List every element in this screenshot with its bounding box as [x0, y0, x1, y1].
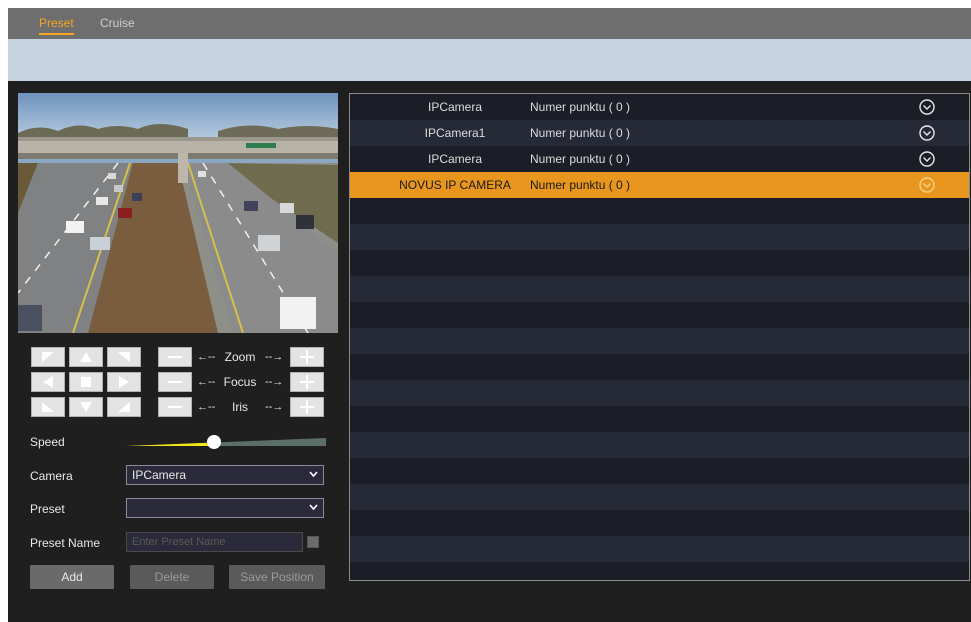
empty-table-row — [350, 406, 969, 432]
empty-table-row — [350, 562, 969, 580]
iris-open-arrow: --→ — [265, 401, 284, 413]
ptz-left-button[interactable] — [31, 372, 65, 392]
ptz-down-right-button[interactable] — [107, 397, 141, 417]
row-preset-number: Numer punktu ( 0 ) — [530, 100, 631, 114]
chevron-down-icon — [309, 471, 318, 478]
focus-near-button[interactable] — [158, 372, 192, 392]
zoom-out-arrow: ←-- — [197, 351, 216, 363]
iris-close-button[interactable] — [158, 397, 192, 417]
ptz-down-button[interactable] — [69, 397, 103, 417]
minus-icon — [168, 406, 182, 408]
speed-slider[interactable] — [126, 434, 326, 450]
minus-icon — [168, 381, 182, 383]
empty-table-row — [350, 484, 969, 510]
tab-bar: Preset Cruise — [8, 8, 971, 39]
focus-far-button[interactable] — [290, 372, 324, 392]
ptz-up-right-button[interactable] — [107, 347, 141, 367]
empty-table-row — [350, 510, 969, 536]
row-camera-name: IPCamera1 — [424, 126, 486, 140]
live-video-preview[interactable] — [18, 93, 338, 333]
speed-label: Speed — [30, 435, 65, 449]
iris-label: Iris — [232, 400, 248, 414]
row-camera-name: IPCamera — [427, 100, 483, 114]
row-preset-number: Numer punktu ( 0 ) — [530, 152, 631, 166]
empty-table-row — [350, 354, 969, 380]
focus-far-arrow: --→ — [265, 376, 284, 388]
iris-open-button[interactable] — [290, 397, 324, 417]
zoom-label: Zoom — [224, 350, 256, 364]
empty-table-row — [350, 302, 969, 328]
chevron-circle-down-icon[interactable] — [919, 151, 935, 167]
preset-label: Preset — [30, 502, 65, 516]
arrow-up-left-icon — [42, 352, 54, 362]
save-disk-icon[interactable] — [307, 536, 319, 548]
minus-icon — [168, 356, 182, 358]
stop-square-icon — [81, 377, 91, 387]
chevron-circle-down-icon[interactable] — [919, 125, 935, 141]
row-preset-number: Numer punktu ( 0 ) — [530, 178, 631, 192]
preset-name-label: Preset Name — [30, 536, 101, 550]
empty-table-row — [350, 380, 969, 406]
focus-label: Focus — [223, 375, 257, 389]
delete-button[interactable]: Delete — [130, 565, 214, 589]
zoom-in-button[interactable] — [290, 347, 324, 367]
chevron-circle-down-icon[interactable] — [919, 99, 935, 115]
camera-select-value: IPCamera — [132, 468, 187, 482]
empty-table-row — [350, 250, 969, 276]
preset-name-input[interactable]: Enter Preset Name — [126, 532, 303, 552]
tab-preset[interactable]: Preset — [39, 16, 74, 35]
chevron-down-icon — [309, 504, 318, 511]
table-row[interactable]: IPCamera Numer punktu ( 0 ) — [350, 146, 969, 172]
zoom-in-arrow: --→ — [265, 351, 284, 363]
arrow-right-icon — [119, 376, 129, 388]
tab-cruise[interactable]: Cruise — [100, 16, 135, 30]
row-camera-name: NOVUS IP CAMERA — [399, 178, 511, 192]
row-camera-name: IPCamera — [427, 152, 483, 166]
info-banner — [8, 39, 971, 81]
focus-near-arrow: ←-- — [197, 376, 216, 388]
preset-select[interactable] — [126, 498, 324, 518]
plus-icon — [300, 400, 314, 414]
empty-table-row — [350, 224, 969, 250]
zoom-out-button[interactable] — [158, 347, 192, 367]
arrow-down-right-icon — [118, 402, 130, 412]
save-position-button[interactable]: Save Position — [229, 565, 325, 589]
empty-table-row — [350, 276, 969, 302]
empty-table-row — [350, 536, 969, 562]
plus-icon — [300, 350, 314, 364]
arrow-up-right-icon — [118, 352, 130, 362]
camera-select[interactable]: IPCamera — [126, 465, 324, 485]
table-row[interactable]: IPCamera1 Numer punktu ( 0 ) — [350, 120, 969, 146]
empty-table-row — [350, 458, 969, 484]
camera-label: Camera — [30, 469, 73, 483]
speed-slider-knob[interactable] — [207, 435, 221, 449]
empty-table-row — [350, 328, 969, 354]
arrow-up-icon — [80, 352, 92, 362]
ptz-right-button[interactable] — [107, 372, 141, 392]
plus-icon — [300, 375, 314, 389]
iris-close-arrow: ←-- — [197, 401, 216, 413]
arrow-down-icon — [80, 402, 92, 412]
empty-table-row — [350, 432, 969, 458]
table-row[interactable]: IPCamera Numer punktu ( 0 ) — [350, 94, 969, 120]
main-content: ←-- Zoom --→ ←-- Focus --→ ←-- Iris --→ … — [8, 81, 971, 622]
add-button[interactable]: Add — [30, 565, 114, 589]
preset-table: IPCamera Numer punktu ( 0 ) IPCamera1 Nu… — [349, 93, 970, 581]
arrow-left-icon — [43, 376, 53, 388]
preset-name-placeholder: Enter Preset Name — [132, 536, 226, 548]
app-window: Preset Cruise ←-- Zoom --→ ←-- Focus --→… — [8, 8, 971, 622]
row-preset-number: Numer punktu ( 0 ) — [530, 126, 631, 140]
chevron-circle-down-icon[interactable] — [919, 177, 935, 193]
ptz-up-left-button[interactable] — [31, 347, 65, 367]
ptz-stop-button[interactable] — [69, 372, 103, 392]
empty-table-row — [350, 198, 969, 224]
ptz-up-button[interactable] — [69, 347, 103, 367]
arrow-down-left-icon — [42, 402, 54, 412]
table-row-selected[interactable]: NOVUS IP CAMERA Numer punktu ( 0 ) — [350, 172, 969, 198]
ptz-down-left-button[interactable] — [31, 397, 65, 417]
